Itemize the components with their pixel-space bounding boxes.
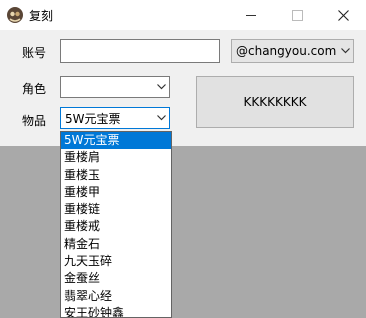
dropdown-option[interactable]: 重楼玉 <box>61 167 171 184</box>
window-title: 复刻 <box>29 9 54 23</box>
action-button[interactable]: KKKKKKKK <box>196 76 354 128</box>
close-icon <box>337 9 349 21</box>
chevron-down-icon <box>153 108 169 128</box>
main-window: 复刻 账号 @changyou.com 角色 KKKKKKKK 物品 5W元宝票 <box>0 0 366 146</box>
role-label: 角色 <box>22 82 47 96</box>
dropdown-option[interactable]: 翡翠心经 <box>61 288 171 305</box>
maximize-button[interactable] <box>274 0 320 30</box>
app-logo-icon <box>7 7 23 23</box>
item-select[interactable]: 5W元宝票 <box>60 107 170 129</box>
dropdown-option[interactable]: 安王砂钟鑫 <box>61 305 171 317</box>
chevron-down-icon <box>337 40 353 62</box>
item-dropdown-list[interactable]: 5W元宝票 重楼肩 重楼玉 重楼甲 重楼链 重楼戒 精金石 九天玉碎 金蚕丝 翡… <box>60 131 172 318</box>
item-label: 物品 <box>22 114 47 128</box>
dropdown-option[interactable]: 九天玉碎 <box>61 253 171 270</box>
minimize-button[interactable] <box>228 0 274 30</box>
role-select[interactable] <box>60 76 170 98</box>
domain-select[interactable]: @changyou.com <box>231 39 354 63</box>
chevron-down-icon <box>153 77 169 97</box>
dropdown-option[interactable]: 金蚕丝 <box>61 270 171 287</box>
close-button[interactable] <box>320 0 366 30</box>
dropdown-option[interactable]: 精金石 <box>61 236 171 253</box>
dropdown-option[interactable]: 重楼戒 <box>61 218 171 235</box>
dropdown-option[interactable]: 重楼甲 <box>61 184 171 201</box>
dropdown-option[interactable]: 5W元宝票 <box>61 132 171 150</box>
title-bar[interactable]: 复刻 <box>0 0 366 30</box>
maximize-icon <box>291 9 303 21</box>
dropdown-option[interactable]: 重楼肩 <box>61 149 171 166</box>
account-input[interactable] <box>60 39 220 63</box>
item-select-value: 5W元宝票 <box>65 111 121 126</box>
domain-select-value: @changyou.com <box>236 44 337 58</box>
dropdown-option[interactable]: 重楼链 <box>61 201 171 218</box>
account-label: 账号 <box>22 46 47 60</box>
minimize-icon <box>246 14 256 16</box>
